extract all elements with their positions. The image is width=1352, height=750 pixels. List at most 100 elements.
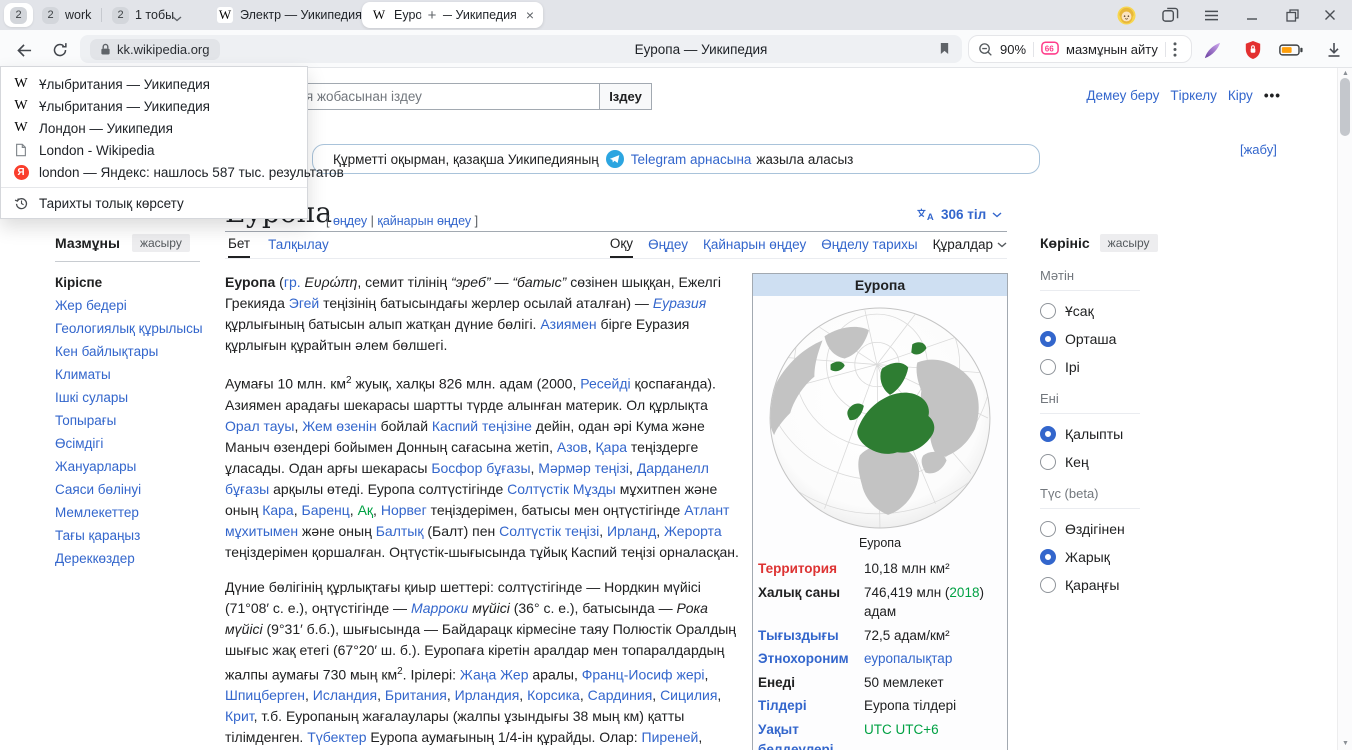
wiki-link[interactable]: қайнарын өңдеу [377, 214, 471, 228]
wiki-link[interactable]: Каспий теңізіне [432, 418, 532, 434]
profile-avatar[interactable] [1116, 5, 1136, 25]
menu-icon[interactable] [1201, 5, 1221, 25]
wiki-link[interactable]: Сардиния [588, 687, 653, 703]
wiki-link[interactable]: Солтүстік Мұзды [507, 481, 616, 497]
radio-icon[interactable] [1040, 454, 1056, 470]
wiki-search-button[interactable]: Іздеу [599, 83, 652, 110]
scroll-up-icon[interactable]: ▲ [1341, 70, 1350, 78]
wiki-link[interactable]: Норвег [381, 502, 427, 518]
page-tab[interactable]: Өңделу тарихы [821, 237, 917, 257]
tab-group-1-toby[interactable]: 21 тобы [106, 3, 180, 27]
wiki-link[interactable]: Британия [385, 687, 447, 703]
page-tab[interactable]: Талқылау [268, 236, 329, 258]
wiki-link[interactable]: еуропалықтар [864, 651, 952, 666]
battery-icon[interactable] [1279, 39, 1303, 61]
scrollbar-thumb[interactable] [1340, 78, 1350, 136]
radio-option[interactable]: Қалыпты [1040, 425, 1140, 442]
address-bar[interactable]: kk.wikipedia.org Еуропа — Уикипедия [80, 35, 962, 63]
tab-group-work[interactable]: 2work [36, 3, 97, 27]
suggestion-item[interactable]: WҰлыбритания — Уикипедия [1, 73, 307, 95]
radio-option[interactable]: Кең [1040, 453, 1140, 470]
read-aloud-label[interactable]: мазмұнын айту [1066, 42, 1158, 57]
wiki-link[interactable]: Исландия [313, 687, 377, 703]
wiki-link[interactable]: Жерорта [664, 523, 722, 539]
wiki-link[interactable]: Босфор бұғазы [431, 460, 530, 476]
back-icon[interactable] [14, 40, 34, 60]
wiki-link[interactable]: гр. [284, 274, 301, 290]
wiki-link[interactable]: Корсика [527, 687, 580, 703]
show-full-history[interactable]: Тарихты толық көрсету [1, 192, 307, 214]
wiki-link[interactable]: Кара [262, 502, 294, 518]
radio-icon[interactable] [1040, 577, 1056, 593]
wiki-link[interactable]: Шпицберген [225, 687, 305, 703]
site-url-chip[interactable]: kk.wikipedia.org [90, 39, 220, 60]
wiki-link[interactable]: Түбектер [307, 729, 366, 745]
page-tab[interactable]: Бет [228, 236, 250, 258]
radio-icon[interactable] [1040, 303, 1056, 319]
toc-item[interactable]: Кіріспе [55, 271, 200, 294]
wiki-link[interactable]: Крит [225, 708, 254, 724]
wiki-link[interactable]: Уақыт белдеулері [758, 722, 834, 750]
kebab-menu-icon[interactable] [1173, 42, 1177, 57]
wiki-link[interactable]: Солтүстік теңізі [499, 523, 599, 539]
wiki-link[interactable]: Ирландия [455, 687, 520, 703]
appearance-hide-button[interactable]: жасыру [1100, 234, 1158, 252]
wiki-link[interactable]: Азов [557, 439, 588, 455]
browser-tab-europa-active[interactable]: WЕуропа — Уикипедия× [362, 2, 543, 28]
bookmark-icon[interactable] [939, 42, 950, 60]
wiki-link[interactable]: Еуразия [653, 295, 706, 311]
wiki-link[interactable]: Марроки [411, 600, 468, 616]
radio-option[interactable]: Орташа [1040, 330, 1140, 347]
tab-groups-chevron-icon[interactable] [172, 9, 182, 27]
minimize-window-icon[interactable] [1242, 5, 1262, 25]
wiki-link[interactable]: Орал тауы [225, 418, 294, 434]
wiki-link[interactable]: Жем өзенін [302, 418, 376, 434]
browser-tab-electr[interactable]: WЭлектр — Уикипедия [208, 2, 371, 28]
page-tab[interactable]: Қайнарын өңдеу [703, 237, 806, 257]
radio-icon[interactable] [1040, 549, 1056, 565]
scroll-down-icon[interactable]: ▼ [1341, 740, 1350, 748]
toc-item[interactable]: Саяси бөлінуі [55, 478, 200, 501]
wiki-link[interactable]: Пиреней [642, 729, 699, 745]
wiki-link[interactable]: өңдеу [333, 214, 367, 228]
read-aloud-icon[interactable]: 66 [1041, 40, 1059, 58]
toc-item[interactable]: Жануарлары [55, 455, 200, 478]
page-tab[interactable]: Құралдар [933, 237, 1007, 257]
radio-icon[interactable] [1040, 359, 1056, 375]
banner-close-link[interactable]: [жабу] [1240, 142, 1277, 157]
languages-count[interactable]: 306 тіл [941, 207, 986, 222]
download-icon[interactable] [1322, 39, 1346, 61]
protect-shield-icon[interactable] [1241, 39, 1265, 61]
new-tab-button[interactable]: + [421, 4, 443, 26]
wiki-link[interactable]: Баренц [302, 502, 350, 518]
wiki-link[interactable]: Жаңа Жер [460, 666, 529, 682]
toc-item[interactable]: Геологиялық құрылысы [55, 317, 200, 340]
suggestion-item[interactable]: Яlondon — Яндекс: нашлось 587 тыс. резул… [1, 161, 307, 183]
telegram-channel-link[interactable]: Telegram арнасына [631, 152, 752, 167]
radio-icon[interactable] [1040, 426, 1056, 442]
login-link[interactable]: Кіру [1228, 88, 1253, 103]
page-tab[interactable]: Оқу [610, 236, 633, 258]
radio-option[interactable]: Ірі [1040, 358, 1140, 375]
page-scrollbar[interactable]: ▲ ▼ [1337, 68, 1352, 750]
wiki-link[interactable]: Қара [596, 439, 628, 455]
toc-item[interactable]: Мемлекеттер [55, 501, 200, 524]
toc-item[interactable]: Климаты [55, 363, 200, 386]
language-selector[interactable]: A 306 тіл [916, 207, 1002, 222]
toc-item[interactable]: Дереккөздер [55, 547, 200, 570]
pen-extension-icon[interactable] [1200, 39, 1224, 61]
wiki-link[interactable]: Тығыздығы [758, 628, 839, 643]
zoom-level[interactable]: 90% [1000, 42, 1026, 57]
page-tab[interactable]: Өңдеу [648, 237, 688, 257]
suggestion-item[interactable]: WЛондон — Уикипедия [1, 117, 307, 139]
radio-option[interactable]: Өздігінен [1040, 520, 1140, 537]
register-link[interactable]: Тіркелу [1170, 88, 1217, 103]
toc-item[interactable]: Тағы қараңыз [55, 524, 200, 547]
more-menu-icon[interactable]: ••• [1264, 88, 1281, 103]
radio-option[interactable]: Қараңғы [1040, 576, 1140, 593]
radio-icon[interactable] [1040, 331, 1056, 347]
wiki-link[interactable]: Ақ [358, 502, 373, 518]
toc-item[interactable]: Ішкі сулары [55, 386, 200, 409]
wiki-link[interactable]: Азиямен [540, 316, 596, 332]
restore-window-icon[interactable] [1282, 5, 1302, 25]
